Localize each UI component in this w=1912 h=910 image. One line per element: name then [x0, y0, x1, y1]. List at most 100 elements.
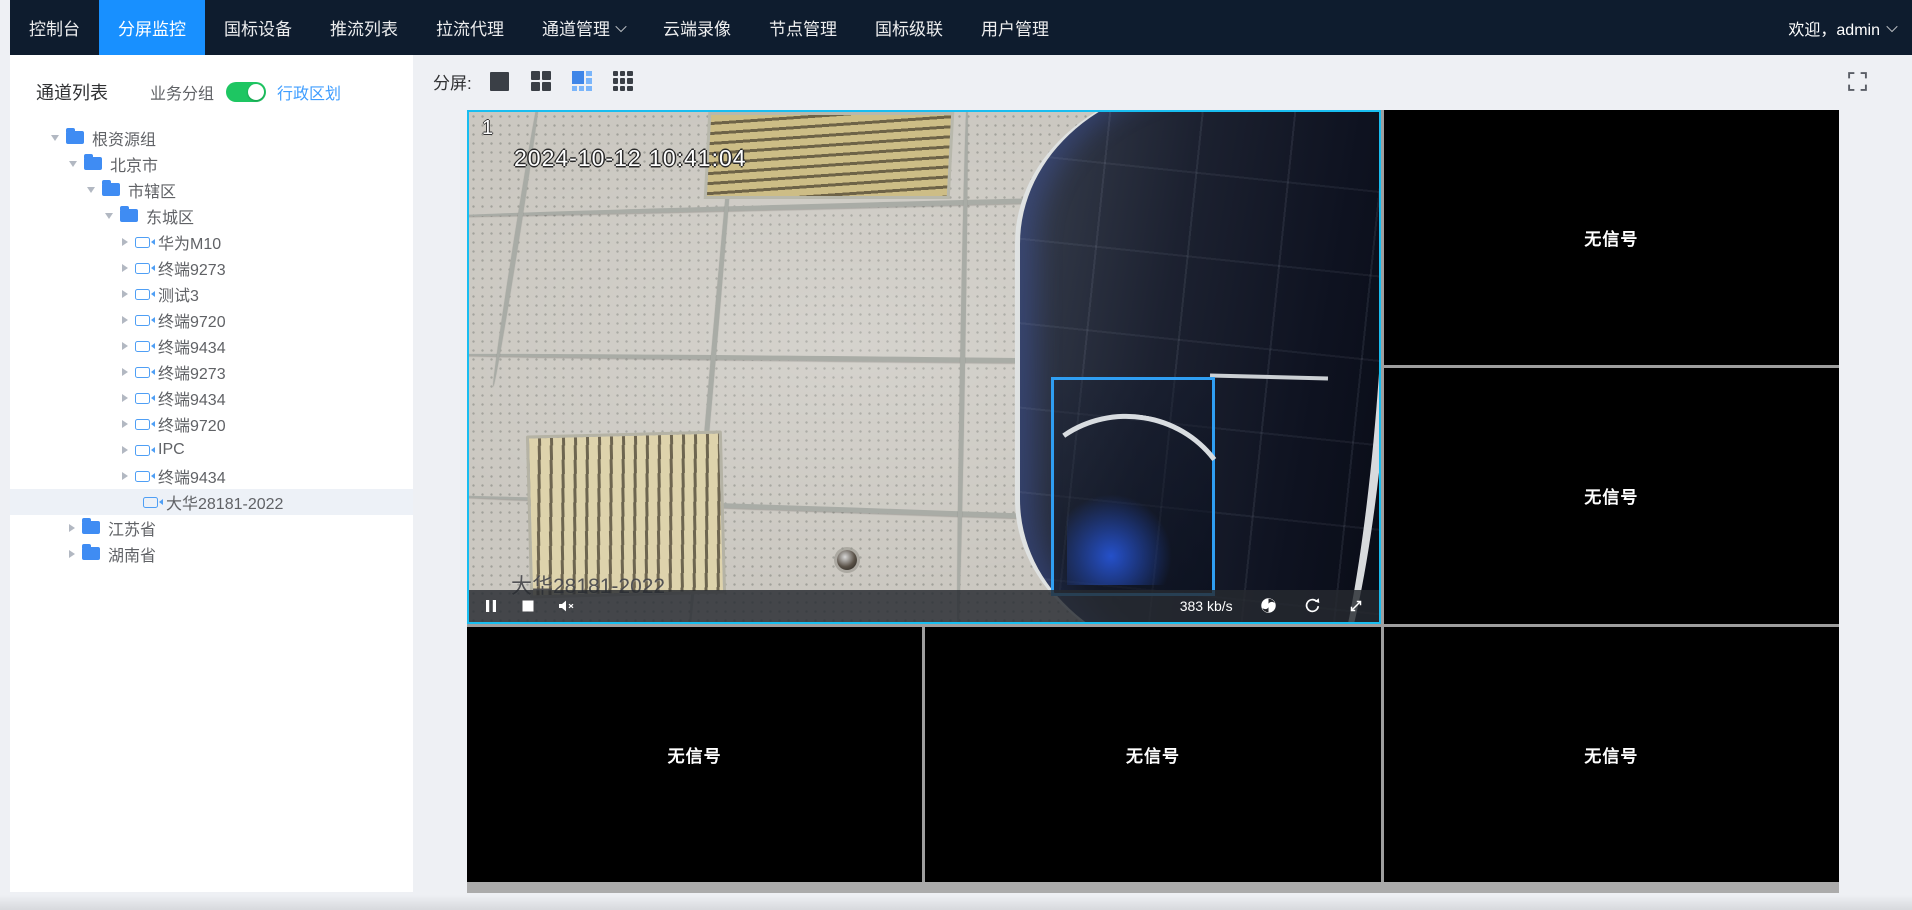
stop-icon[interactable]	[521, 599, 535, 613]
caret-right-icon[interactable]	[69, 550, 75, 558]
split-1-icon[interactable]	[488, 69, 512, 93]
tree-node-label: 终端9434	[158, 334, 226, 358]
tree-node-camera[interactable]: 华为M10	[10, 229, 413, 255]
split-4-icon[interactable]	[529, 69, 553, 93]
tree-node-label: 江苏省	[108, 516, 156, 540]
tree-node-district-group[interactable]: 市辖区	[10, 177, 413, 203]
tree-node-label: IPC	[158, 441, 185, 459]
monitor-screen-reflection	[1051, 377, 1215, 596]
nav-item-push-list[interactable]: 推流列表	[311, 0, 417, 55]
video-cell-empty[interactable]: 无信号	[1384, 368, 1839, 623]
caret-right-icon[interactable]	[122, 264, 128, 272]
video-cell-empty[interactable]: 无信号	[1384, 627, 1839, 882]
caret-right-icon[interactable]	[122, 290, 128, 298]
camera-icon	[135, 341, 150, 352]
folder-icon	[120, 209, 138, 222]
grid-horizontal-scrollbar[interactable]	[467, 882, 1839, 893]
tree-node-camera-selected[interactable]: 大华28181-2022	[10, 489, 413, 515]
caret-right-icon[interactable]	[122, 368, 128, 376]
caret-right-icon[interactable]	[122, 316, 128, 324]
caret-right-icon[interactable]	[122, 446, 128, 454]
video-cell-live[interactable]: 1 2024-10-12 10:41:04 大华28181-2022 383 k…	[467, 110, 1381, 624]
split-label: 分屏:	[433, 69, 472, 94]
cell-index-label: 1	[482, 117, 493, 140]
tree-node-label: 终端9720	[158, 308, 226, 332]
caret-right-icon[interactable]	[122, 420, 128, 428]
caret-down-icon[interactable]	[105, 213, 113, 219]
caret-down-icon[interactable]	[51, 135, 59, 141]
video-cell-empty[interactable]: 无信号	[467, 627, 922, 882]
tree-node-camera[interactable]: 终端9720	[10, 307, 413, 333]
page-bottom-edge	[0, 895, 1912, 910]
caret-down-icon[interactable]	[69, 161, 77, 167]
no-signal-label: 无信号	[1584, 742, 1638, 767]
business-group-label: 业务分组	[150, 80, 214, 104]
caret-right-icon[interactable]	[122, 342, 128, 350]
nav-item-cloud-record[interactable]: 云端录像	[644, 0, 750, 55]
admin-region-option[interactable]: 行政区划	[277, 80, 341, 104]
tree-node-dongcheng[interactable]: 东城区	[10, 203, 413, 229]
video-cell-empty[interactable]: 无信号	[925, 627, 1380, 882]
pause-icon[interactable]	[484, 599, 498, 613]
tree-node-beijing[interactable]: 北京市	[10, 151, 413, 177]
refresh-icon[interactable]	[1304, 597, 1321, 614]
nav-item-channel-mgmt[interactable]: 通道管理	[523, 0, 644, 55]
aperture-icon[interactable]	[1260, 597, 1277, 614]
channel-tree: 根资源组 北京市 市辖区 东城区 华为M10	[10, 125, 413, 567]
no-signal-label: 无信号	[1584, 483, 1638, 508]
tree-node-root[interactable]: 根资源组	[10, 125, 413, 151]
nav-item-pull-proxy[interactable]: 拉流代理	[417, 0, 523, 55]
video-cell-empty[interactable]: 无信号	[1384, 110, 1839, 365]
tree-node-label: 终端9273	[158, 360, 226, 384]
tree-node-hunan[interactable]: 湖南省	[10, 541, 413, 567]
caret-right-icon[interactable]	[122, 394, 128, 402]
tree-node-label: 终端9273	[158, 256, 226, 280]
nav-item-console[interactable]: 控制台	[10, 0, 99, 55]
split-6-icon-active[interactable]	[570, 69, 594, 93]
tree-node-camera[interactable]: IPC	[10, 437, 413, 463]
folder-icon	[102, 183, 120, 196]
tree-node-camera[interactable]: 终端9434	[10, 385, 413, 411]
tree-node-camera[interactable]: 终端9434	[10, 333, 413, 359]
nav-item-node-mgmt[interactable]: 节点管理	[750, 0, 856, 55]
tree-node-label: 根资源组	[92, 126, 156, 150]
tree-node-camera[interactable]: 终端9720	[10, 411, 413, 437]
no-signal-label: 无信号	[668, 742, 722, 767]
video-grid-area: 1 2024-10-12 10:41:04 大华28181-2022 383 k…	[467, 110, 1839, 893]
tree-node-camera[interactable]: 终端9273	[10, 255, 413, 281]
nav-item-user-mgmt[interactable]: 用户管理	[962, 0, 1068, 55]
tree-node-jiangsu[interactable]: 江苏省	[10, 515, 413, 541]
caret-down-icon[interactable]	[87, 187, 95, 193]
split-9-icon[interactable]	[611, 69, 635, 93]
page: 控制台 分屏监控 国标设备 推流列表 拉流代理 通道管理 云端录像 节点管理 国…	[0, 0, 1912, 910]
nav-item-gb-devices[interactable]: 国标设备	[205, 0, 311, 55]
caret-right-icon[interactable]	[69, 524, 75, 532]
fullscreen-icon[interactable]	[1847, 71, 1868, 92]
folder-icon	[66, 131, 84, 144]
tree-node-camera[interactable]: 终端9273	[10, 359, 413, 385]
tree-node-camera[interactable]: 终端9434	[10, 463, 413, 489]
tree-node-label: 东城区	[146, 204, 194, 228]
user-menu[interactable]: 欢迎，admin	[1788, 0, 1912, 55]
folder-icon	[82, 521, 100, 534]
osd-timestamp: 2024-10-12 10:41:04	[514, 145, 747, 172]
tree-node-label: 北京市	[110, 152, 158, 176]
caret-right-icon[interactable]	[122, 238, 128, 246]
tree-node-camera[interactable]: 测试3	[10, 281, 413, 307]
camera-icon	[135, 367, 150, 378]
camera-video-frame	[469, 112, 1379, 622]
reflection-arc	[1265, 110, 1381, 624]
tree-node-label: 华为M10	[158, 230, 221, 254]
nav-item-split-monitor[interactable]: 分屏监控	[99, 0, 205, 55]
nav-item-channel-mgmt-label: 通道管理	[542, 15, 610, 40]
camera-icon	[143, 497, 158, 508]
mute-icon[interactable]	[558, 599, 575, 613]
nav-item-gb-cascade[interactable]: 国标级联	[856, 0, 962, 55]
camera-icon	[135, 263, 150, 274]
caret-right-icon[interactable]	[122, 472, 128, 480]
camera-icon	[135, 289, 150, 300]
tree-node-label: 市辖区	[128, 178, 176, 202]
sidebar-title: 通道列表	[36, 79, 108, 105]
expand-icon[interactable]	[1348, 598, 1364, 614]
group-mode-toggle[interactable]	[226, 82, 266, 102]
